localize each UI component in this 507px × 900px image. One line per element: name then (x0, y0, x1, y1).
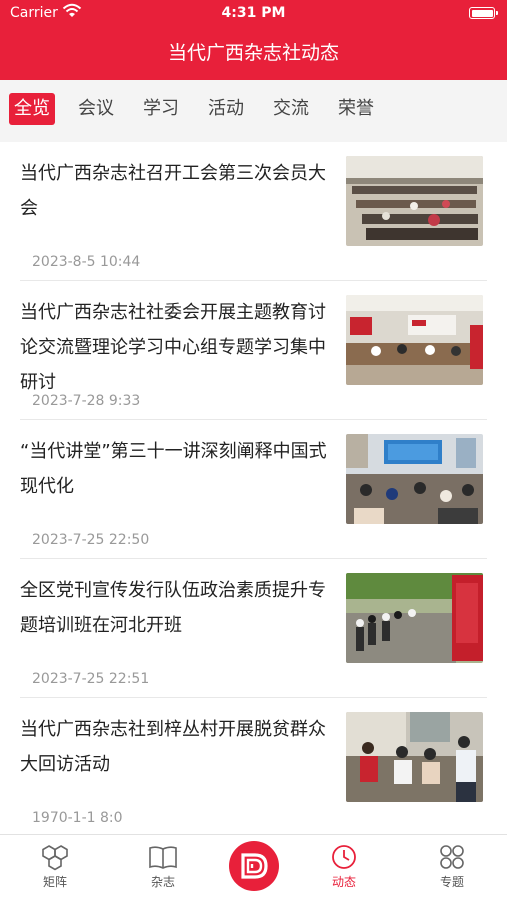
article-thumbnail[interactable] (346, 573, 483, 663)
magazine-icon (149, 846, 177, 869)
status-time: 4:31 PM (221, 5, 286, 21)
tabbar-label: 专题 (439, 875, 464, 889)
article-title[interactable]: 当代广西杂志社召开工会第三次会员大会 (20, 156, 338, 226)
article-thumbnail[interactable] (346, 434, 483, 524)
article-list: 当代广西杂志社召开工会第三次会员大会 2023-8-5 10:44 当代广西杂志… (0, 142, 507, 834)
article-item[interactable]: 全区党刊宣传发行队伍政治素质提升专题培训班在河北开班 2023-7-25 22:… (0, 559, 507, 698)
matrix-icon (42, 845, 68, 871)
article-date: 2023-7-25 22:51 (32, 671, 150, 687)
page-title: 当代广西杂志社动态 (167, 42, 339, 64)
article-title[interactable]: 当代广西杂志社社委会开展主题教育讨论交流暨理论学习中心组专题学习集中研讨 (20, 295, 338, 400)
article-date: 1970-1-1 8:0 (32, 810, 123, 826)
tabbar-item-magazine[interactable]: 杂志 (128, 843, 198, 890)
article-item[interactable]: “当代讲堂”第三十一讲深刻阐释中国式现代化 2023-7-25 22:50 (0, 420, 507, 559)
article-title[interactable]: 全区党刊宣传发行队伍政治素质提升专题培训班在河北开班 (20, 573, 338, 643)
article-item[interactable]: 当代广西杂志社召开工会第三次会员大会 2023-8-5 10:44 (0, 142, 507, 281)
article-thumbnail[interactable] (346, 156, 483, 246)
tab-activities[interactable]: 活动 (203, 93, 249, 125)
tabbar-label: 动态 (331, 875, 356, 889)
article-date: 2023-7-25 22:50 (32, 532, 150, 548)
tab-study[interactable]: 学习 (138, 93, 184, 125)
tab-meetings[interactable]: 会议 (73, 93, 119, 125)
article-item[interactable]: 当代广西杂志社社委会开展主题教育讨论交流暨理论学习中心组专题学习集中研讨 202… (0, 281, 507, 420)
tabbar-item-topics[interactable]: 专题 (417, 843, 487, 890)
home-logo-button[interactable] (229, 841, 279, 891)
tabbar-item-matrix[interactable]: 矩阵 (20, 843, 90, 890)
tab-all[interactable]: 全览 (9, 93, 55, 125)
tab-exchange[interactable]: 交流 (268, 93, 314, 125)
article-item[interactable]: 当代广西杂志社到梓丛村开展脱贫群众大回访活动 1970-1-1 8:0 (0, 698, 507, 834)
tabbar-label: 杂志 (150, 875, 175, 889)
article-thumbnail[interactable] (346, 295, 483, 385)
clock-icon (332, 845, 356, 869)
grid-icon (440, 845, 464, 869)
status-bar: Carrier 4:31 PM (0, 0, 507, 28)
article-thumbnail[interactable] (346, 712, 483, 802)
tabbar-item-news[interactable]: 动态 (309, 843, 379, 890)
article-date: 2023-7-28 9:33 (32, 393, 141, 409)
tabbar-label: 矩阵 (42, 875, 67, 889)
logo-icon (241, 853, 268, 879)
top-bar: Carrier 4:31 PM 当代广西杂志社动态 (0, 0, 507, 80)
article-title[interactable]: “当代讲堂”第三十一讲深刻阐释中国式现代化 (20, 434, 338, 504)
article-title[interactable]: 当代广西杂志社到梓丛村开展脱贫群众大回访活动 (20, 712, 338, 782)
battery-icon (469, 7, 498, 19)
bottom-tab-bar: 矩阵 杂志 动态 专题 (0, 834, 507, 900)
article-date: 2023-8-5 10:44 (32, 254, 141, 270)
category-tabs: 全览 会议 学习 活动 交流 荣誉 (0, 80, 507, 138)
tab-honors[interactable]: 荣誉 (333, 93, 379, 125)
